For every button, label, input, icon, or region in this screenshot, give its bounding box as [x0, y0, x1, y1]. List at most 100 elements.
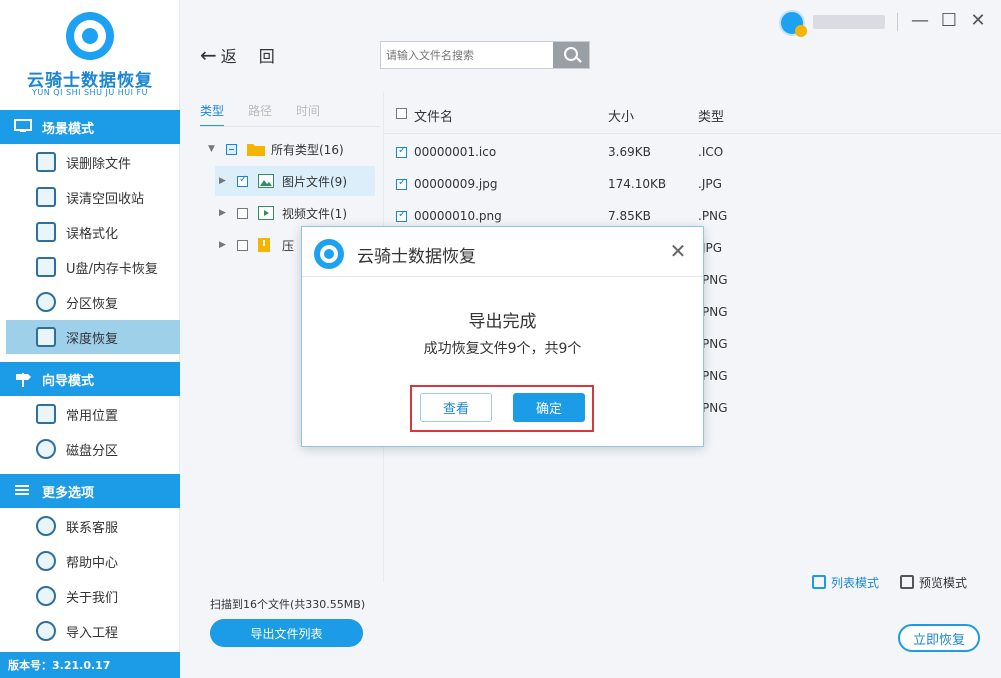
archive-icon	[258, 238, 274, 252]
file-type: JPG	[702, 241, 723, 255]
version-label: 版本号：3.21.0.17	[0, 652, 180, 678]
sidebar-item-label: 帮助中心	[66, 555, 119, 571]
sidebar-item-disk-partition[interactable]: 磁盘分区	[0, 432, 180, 466]
tree-tabs: 类型 路径 时间	[200, 102, 344, 127]
sidebar-item-label: 关于我们	[66, 590, 119, 606]
dialog-message: 导出完成	[468, 312, 537, 332]
menu-icon	[14, 483, 34, 499]
sidebar-item-label: 磁盘分区	[66, 443, 119, 459]
tree-checkbox[interactable]	[237, 207, 248, 219]
tree-checkbox[interactable]	[237, 239, 248, 251]
confirm-button[interactable]: 确定	[513, 393, 585, 422]
row-checkbox[interactable]	[396, 145, 407, 158]
file-type: PNG	[702, 401, 728, 415]
sidebar-item-label: 误格式化	[66, 226, 119, 242]
expand-down-icon[interactable]: ▼	[208, 144, 218, 154]
row-checkbox[interactable]	[396, 209, 407, 222]
close-icon[interactable]: ✕	[666, 239, 690, 263]
sidebar-item-label: 常用位置	[66, 408, 119, 424]
phone-icon	[36, 516, 56, 536]
recover-now-button[interactable]: 立即恢复	[898, 624, 980, 652]
sidebar-item-label: 误清空回收站	[66, 191, 145, 207]
partition-icon	[36, 292, 56, 312]
grid-view-icon	[900, 575, 914, 589]
section-guide-mode[interactable]: 向导模式	[0, 362, 180, 396]
section-more-options[interactable]: 更多选项	[0, 474, 180, 508]
file-type: .JPG	[698, 177, 722, 191]
tab-path[interactable]: 路径	[248, 102, 272, 127]
minimize-icon[interactable]: —	[909, 10, 931, 32]
file-type: .PNG	[698, 209, 728, 223]
column-header-size[interactable]: 大小	[608, 106, 634, 125]
sidebar-item-help[interactable]: 帮助中心	[0, 544, 180, 578]
sidebar-item-deep-recover[interactable]: 深度恢复	[6, 320, 180, 354]
avatar[interactable]	[779, 10, 807, 37]
image-icon	[258, 174, 274, 188]
tree-node-videos[interactable]: ▶ 视频文件(1)	[219, 198, 375, 228]
dialog-header: 云骑士数据恢复 ✕	[302, 227, 703, 277]
sidebar-item-import[interactable]: 导入工程	[0, 614, 180, 648]
file-type: PNG	[702, 369, 728, 383]
view-button[interactable]: 查看	[420, 393, 492, 422]
tree-node-label: 图片文件(9)	[282, 174, 347, 189]
sidebar-item-contact[interactable]: 联系客服	[0, 509, 180, 543]
file-type: PNG	[702, 305, 728, 319]
tree-checkbox[interactable]	[226, 143, 237, 155]
app-logo-icon	[314, 239, 344, 269]
expand-right-icon[interactable]: ▶	[219, 176, 229, 186]
sidebar-item-usb[interactable]: U盘/内存卡恢复	[0, 250, 180, 284]
vip-badge-icon	[795, 25, 807, 37]
export-list-button[interactable]: 导出文件列表	[210, 619, 363, 647]
file-size: 174.10KB	[608, 177, 667, 191]
column-header-name[interactable]: 文件名	[414, 106, 453, 125]
title-bar-divider	[897, 13, 898, 31]
preview-mode-toggle[interactable]: 预览模式	[900, 573, 967, 591]
export-complete-dialog: 云骑士数据恢复 ✕ 导出完成 成功恢复文件9个，共9个 查看 确定	[301, 226, 704, 447]
maximize-icon[interactable]: ☐	[938, 10, 960, 32]
title-bar: — ☐ ✕	[181, 0, 1001, 44]
list-mode-toggle[interactable]: 列表模式	[812, 573, 879, 591]
file-name: 00000010.png	[414, 209, 502, 223]
tree-checkbox[interactable]	[237, 174, 248, 187]
sidebar-item-format[interactable]: 误格式化	[0, 215, 180, 249]
list-view-icon	[812, 575, 826, 589]
expand-right-icon[interactable]: ▶	[219, 208, 229, 218]
tree-node-images[interactable]: ▶ 图片文件(9)	[215, 166, 375, 196]
expand-right-icon[interactable]: ▶	[219, 240, 229, 250]
windows-icon	[36, 404, 56, 424]
row-checkbox[interactable]	[396, 177, 407, 190]
tab-time[interactable]: 时间	[296, 102, 320, 127]
section-label: 向导模式	[42, 373, 95, 389]
video-icon	[258, 206, 274, 220]
sidebar-item-recycle-bin[interactable]: 误清空回收站	[0, 180, 180, 214]
sidebar-item-label: 导入工程	[66, 625, 119, 641]
back-label-2: 回	[258, 47, 275, 66]
select-all-checkbox[interactable]	[396, 108, 407, 119]
sidebar-item-common-location[interactable]: 常用位置	[0, 397, 180, 431]
sidebar-item-deleted-files[interactable]: 误删除文件	[0, 145, 180, 179]
sidebar-item-label: U盘/内存卡恢复	[66, 261, 158, 277]
search-input[interactable]	[381, 42, 553, 68]
table-row[interactable]: 00000009.jpg 174.10KB .JPG	[384, 168, 1001, 200]
search-icon[interactable]	[553, 42, 589, 68]
back-button[interactable]: ← 返 回	[200, 43, 275, 67]
tree-node-label: 视频文件(1)	[282, 206, 347, 221]
sidebar-item-partition[interactable]: 分区恢复	[0, 285, 180, 319]
tree-node-all-types[interactable]: ▼ 所有类型(16)	[208, 134, 376, 164]
usb-drive-icon	[36, 257, 56, 277]
file-name: 00000001.ico	[414, 145, 497, 159]
list-mode-label: 列表模式	[831, 575, 880, 590]
section-scene-mode[interactable]: 场景模式	[0, 110, 180, 144]
search-box	[380, 41, 590, 69]
signpost-icon	[14, 371, 34, 387]
tab-type[interactable]: 类型	[200, 102, 225, 127]
sidebar: 云骑士数据恢复 YUN QI SHI SHU JU HUI FU 场景模式 误删…	[0, 0, 180, 678]
close-icon[interactable]: ✕	[967, 10, 989, 32]
table-row[interactable]: 00000001.ico 3.69KB .ICO	[384, 136, 1001, 168]
tab-divider	[200, 126, 380, 127]
scan-summary: 扫描到16个文件(共330.55MB)	[210, 598, 366, 611]
tree-node-archive[interactable]: ▶ 压	[219, 230, 309, 260]
sidebar-item-about[interactable]: 关于我们	[0, 579, 180, 613]
app-logo: 云骑士数据恢复 YUN QI SHI SHU JU HUI FU	[0, 0, 180, 108]
column-header-type[interactable]: 类型	[698, 106, 724, 125]
